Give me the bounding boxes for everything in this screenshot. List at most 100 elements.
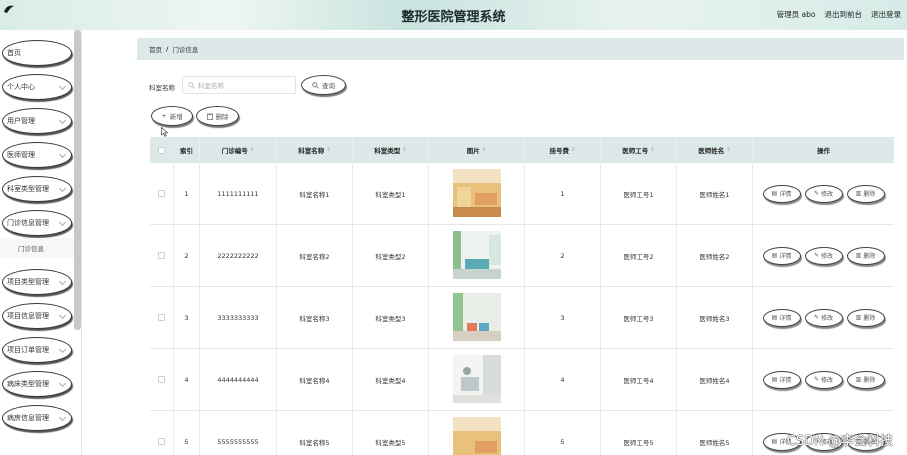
sidebar-item[interactable]: 门诊信息管理 [2, 210, 72, 236]
column-header-label: 索引 [180, 147, 193, 155]
column-header[interactable]: 科室名称 ⇕ [277, 137, 353, 163]
edit-button[interactable]: ✎ 修改 [804, 370, 843, 389]
sidebar-item[interactable]: 首页 [2, 40, 72, 66]
column-header[interactable]: 医师工号 ⇕ [601, 137, 677, 163]
cell-index: 2 [174, 225, 200, 286]
batch-delete-button[interactable]: 删除 [196, 106, 239, 126]
sort-icon[interactable]: ⇕ [250, 147, 255, 153]
sidebar-scrollbar[interactable] [74, 30, 81, 330]
column-header[interactable]: 医师姓名 ⇕ [677, 137, 753, 163]
column-header[interactable]: 图片 ⇕ [429, 137, 525, 163]
select-all-checkbox[interactable] [158, 146, 165, 154]
column-header[interactable]: 门诊编号 ⇕ [200, 137, 277, 163]
doc-icon: ▤ [771, 438, 778, 445]
trash-icon: ▥ [855, 190, 862, 197]
row-checkbox[interactable] [158, 190, 165, 197]
delete-button[interactable]: ▥ 删除 [846, 246, 885, 265]
cell-dept-type: 科室类型2 [353, 225, 429, 286]
chevron-down-icon [58, 345, 67, 354]
column-header[interactable]: 挂号费 ⇕ [525, 137, 601, 163]
sidebar-item[interactable]: 医师管理 [2, 142, 72, 168]
sort-icon[interactable]: ⇕ [650, 147, 655, 153]
column-header-label: 操作 [817, 147, 830, 155]
edit-button[interactable]: ✎ 修改 [804, 308, 843, 327]
cell-doctor-id: 医师工号1 [601, 163, 677, 224]
cell-doctor-id: 医师工号5 [601, 411, 677, 455]
logout-link[interactable]: 退出登录 [871, 9, 901, 20]
sidebar-item-label: 项目类型管理 [7, 278, 49, 286]
edit-label: 修改 [821, 377, 834, 384]
detail-button[interactable]: ▤ 详情 [762, 370, 801, 389]
add-button[interactable]: + 新增 [151, 106, 193, 126]
doc-icon: ▤ [771, 376, 778, 383]
cell-image [429, 163, 525, 224]
sidebar-item[interactable]: 科室类型管理 [2, 176, 72, 202]
sidebar-item-label: 用户管理 [7, 117, 35, 125]
clinic-photo [452, 416, 501, 455]
sidebar-item[interactable]: 病房信息管理 [2, 405, 72, 431]
trash-icon: ▥ [855, 252, 862, 259]
breadcrumb-home[interactable]: 首页 [149, 44, 162, 54]
cell-doctor-name: 医师姓名1 [677, 163, 753, 224]
query-button[interactable]: 查询 [301, 75, 346, 95]
chevron-down-icon [58, 184, 67, 193]
edit-button[interactable]: ✎ 修改 [804, 246, 843, 265]
row-checkbox[interactable] [158, 252, 165, 259]
clinic-photo [452, 292, 501, 343]
detail-button[interactable]: ▤ 详情 [762, 308, 801, 327]
search-icon [188, 81, 195, 89]
trash-icon: ▥ [855, 314, 862, 321]
sidebar-item-label: 科室类型管理 [7, 185, 49, 193]
cell-index: 5 [174, 411, 200, 455]
delete-button[interactable]: ▥ 删除 [846, 184, 885, 203]
table-row: 3 3333333333 科室名称3 科室类型3 3 医师工号3 医师姓名3 ▤ 详情 ✎ 修改 ▥ 删… [150, 287, 894, 349]
sidebar-item[interactable]: 用户管理 [2, 108, 72, 134]
mouse-cursor-icon [161, 127, 169, 137]
table-row: 1 1111111111 科室名称1 科室类型1 1 医师工号1 医师姓名1 ▤ 详情 ✎ 修改 ▥ 删… [150, 163, 894, 225]
cell-actions: ▤ 详情 ✎ 修改 ▥ 删除 [753, 225, 894, 286]
sort-icon[interactable]: ⇕ [402, 147, 407, 153]
back-to-front-link[interactable]: 退出到前台 [825, 9, 863, 20]
search-input[interactable]: 科室名称 [182, 76, 296, 94]
detail-button[interactable]: ▤ 详情 [762, 184, 801, 203]
sidebar-item-label: 项目信息管理 [7, 312, 49, 320]
column-header-label: 科室名称 [298, 147, 325, 155]
sidebar-item[interactable]: 项目信息管理 [2, 303, 72, 329]
detail-button[interactable]: ▤ 详情 [762, 246, 801, 265]
detail-label: 详情 [779, 315, 792, 322]
sort-icon[interactable]: ⇕ [726, 147, 731, 153]
doc-icon: ▤ [771, 252, 778, 259]
sidebar-item[interactable]: 病床类型管理 [2, 371, 72, 397]
edit-button[interactable]: ✎ 修改 [804, 184, 843, 203]
table-row: 5 5555555555 科室名称5 科室类型5 5 医师工号5 医师姓名5 ▤ 详情 ✎ 修改 ▥ 删… [150, 411, 894, 455]
sort-icon[interactable]: ⇕ [326, 147, 331, 153]
column-header[interactable]: 科室类型 ⇕ [353, 137, 429, 163]
cell-clinic-code: 2222222222 [200, 225, 277, 286]
sidebar-subitem-clinic-info[interactable]: 门诊信息 [0, 238, 74, 258]
cell-doctor-id: 医师工号3 [601, 287, 677, 348]
sidebar-item-label: 项目订单管理 [7, 346, 49, 354]
cell-image [429, 225, 525, 286]
clinic-table: 索引 门诊编号 ⇕ 科室名称 ⇕ 科室类型 ⇕ 图片 ⇕ 挂号费 ⇕ 医师工号 ⇕ 医师姓名 ⇕ 操作 1 11… [150, 137, 894, 455]
cell-clinic-code: 1111111111 [200, 163, 277, 224]
app-title: 整形医院管理系统 [401, 10, 506, 25]
sidebar-item[interactable]: 项目类型管理 [2, 269, 72, 295]
cell-dept-name: 科室名称1 [277, 163, 353, 224]
delete-button[interactable]: ▥ 删除 [846, 308, 885, 327]
edit-icon: ✎ [813, 376, 819, 383]
delete-label: 删除 [863, 253, 876, 260]
row-checkbox[interactable] [158, 438, 165, 445]
sidebar-item[interactable]: 项目订单管理 [2, 337, 72, 363]
chevron-down-icon [58, 82, 67, 91]
cell-actions: ▤ 详情 ✎ 修改 ▥ 删除 [753, 349, 894, 410]
table-body: 1 1111111111 科室名称1 科室类型1 1 医师工号1 医师姓名1 ▤ 详情 ✎ 修改 ▥ 删… [150, 163, 894, 455]
cell-doctor-name: 医师姓名4 [677, 349, 753, 410]
sidebar-item-label: 病房信息管理 [7, 414, 49, 422]
row-checkbox[interactable] [158, 314, 165, 321]
delete-button[interactable]: ▥ 删除 [846, 370, 885, 389]
detail-label: 详情 [779, 191, 792, 198]
row-checkbox[interactable] [158, 376, 165, 383]
sort-icon[interactable]: ⇕ [571, 147, 576, 153]
sidebar-item[interactable]: 个人中心 [2, 74, 72, 100]
sort-icon[interactable]: ⇕ [482, 147, 487, 153]
